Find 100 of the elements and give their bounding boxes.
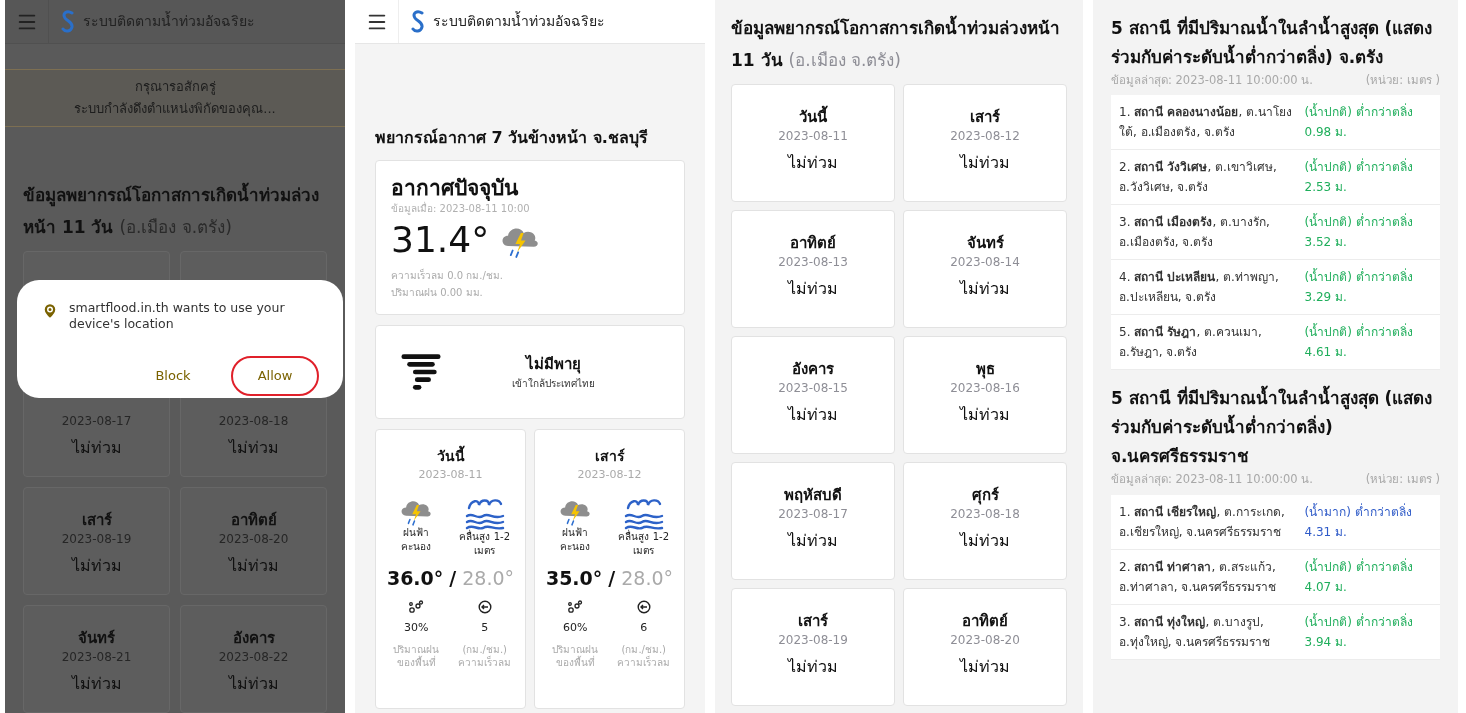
wind-speed: ความเร็วลม 0.0 กม./ชม.: [391, 268, 504, 283]
day-label: จันทร์: [78, 629, 115, 647]
temperature: 31.4°: [391, 218, 490, 262]
date-label: 2023-08-20: [218, 531, 289, 548]
weather-condition: ฝนฟ้า คะนอง: [401, 525, 432, 554]
flood-status: ไม่ท่วม: [788, 656, 838, 678]
rain-label: ปริมาณฝน ของพื้นที่: [552, 642, 599, 669]
wave-height: คลื่นสูง 1-2 เมตร: [618, 529, 669, 558]
wind-speed: 6: [640, 620, 648, 636]
low-temperature: 28.0°: [621, 565, 674, 591]
date-label: 2023-08-21: [61, 649, 132, 666]
updated-label: ข้อมูลเมื่อ: 2023-08-11 10:00: [391, 201, 531, 216]
rain-chance: 30%: [404, 620, 429, 636]
wind-speed: 5: [481, 620, 489, 636]
date-label: 2023-08-17: [61, 413, 132, 430]
date-label: 2023-08-12: [577, 467, 642, 483]
high-temperature: 36.0°: [386, 565, 444, 591]
day-label: วันนี้: [436, 446, 465, 467]
station-status: (น้ำปกติ) ต่ำกว่าตลิ่ง 3.29 ม.: [1304, 267, 1414, 307]
temperature-separator: /: [608, 565, 616, 591]
wind-direction-icon: [636, 600, 651, 614]
banner-text: ระบบกำลังดึงตำแหน่งพิกัดของคุณ...: [74, 100, 276, 119]
date-label: 2023-08-18: [950, 506, 1020, 523]
flood-status: ไม่ท่วม: [788, 278, 838, 300]
droplets-icon: [567, 600, 584, 614]
dialog-button[interactable]: Block: [129, 356, 217, 396]
weather-condition: ฝนฟ้า คะนอง: [560, 525, 591, 554]
storm-subtitle: เข้าใกล้ประเทศไทย: [511, 376, 595, 391]
temperature-separator: /: [449, 565, 457, 591]
flood-status: ไม่ท่วม: [71, 673, 122, 695]
station-name: 5. สถานี รัษฎา, ต.ควนเมา, อ.รัษฎา, จ.ตรัง: [1119, 324, 1263, 362]
day-label: พฤหัสบดี: [784, 486, 842, 504]
logo-icon: [411, 9, 425, 34]
flood-status: ไม่ท่วม: [228, 555, 279, 577]
flood-status: ไม่ท่วม: [960, 530, 1010, 552]
rainfall: ปริมาณฝน 0.00 มม.: [391, 286, 484, 300]
app-title: ระบบติดตามน้ำท่วมอัจฉริยะ: [433, 11, 605, 31]
unit-label: (หน่วย: เมตร ): [1365, 471, 1440, 489]
date-label: 2023-08-19: [778, 632, 848, 649]
updated-label: ข้อมูลล่าสุด: 2023-08-11 10:00:00 น.: [1111, 72, 1313, 89]
flood-status: ไม่ท่วม: [960, 656, 1010, 678]
date-label: 2023-08-19: [61, 531, 132, 548]
station-status: (น้ำปกติ) ต่ำกว่าตลิ่ง 3.94 ม.: [1304, 612, 1414, 651]
station-status: (น้ำปกติ) ต่ำกว่าตลิ่ง 3.52 ม.: [1304, 212, 1414, 252]
day-label: พุธ: [975, 360, 995, 378]
rain-label: ปริมาณฝน ของพื้นที่: [393, 642, 440, 669]
flood-status: ไม่ท่วม: [788, 404, 838, 426]
flood-status: ไม่ท่วม: [788, 530, 838, 552]
high-temperature: 35.0°: [545, 565, 603, 591]
station-status: (น้ำปกติ) ต่ำกว่าตลิ่ง 2.53 ม.: [1304, 157, 1414, 197]
day-label: เสาร์: [798, 612, 828, 630]
station-name: 3. สถานี ทุ่งใหญ่, ต.บางรูป, อ.ทุ่งใหญ่, จ.นครศรีธรรมราช: [1119, 613, 1272, 652]
section-heading: 5 สถานี ที่มีปริมาณน้ำในลำน้ำสูงสุด (แสดงร่วมกับค่าระดับน้ำต่ำกว่าตลิ่ง) จ.นครศรีธรรมราช: [1111, 384, 1440, 472]
logo-icon: [61, 9, 75, 34]
day-label: ศุกร์: [971, 486, 999, 504]
low-temperature: 28.0°: [462, 565, 515, 591]
flood-status: ไม่ท่วม: [960, 152, 1010, 174]
date-label: 2023-08-18: [218, 413, 289, 430]
section-heading: พยากรณ์อากาศ 7 วันข้างหน้า จ.ชลบุรี: [375, 127, 649, 150]
date-label: 2023-08-12: [950, 128, 1020, 145]
section-heading: ข้อมูลพยากรณ์โอกาสการเกิดน้ำท่วมล่วงหน้า 11 วัน (อ.เมือง จ.ตรัง): [731, 12, 1067, 76]
flood-status: ไม่ท่วม: [71, 555, 122, 577]
location-pin-icon: [41, 302, 59, 320]
dialog-button[interactable]: Allow: [231, 356, 319, 396]
section-heading: 5 สถานี ที่มีปริมาณน้ำในลำน้ำสูงสุด (แสดงร่วมกับค่าระดับน้ำต่ำกว่าตลิ่ง) จ.ตรัง: [1111, 14, 1440, 72]
day-label: อังคาร: [792, 360, 834, 378]
station-name: 1. สถานี คลองนางน้อย, ต.นาโยงใต้, อ.เมืองตรัง, จ.ตรัง: [1119, 104, 1293, 142]
date-label: 2023-08-11: [418, 467, 483, 483]
day-label: เสาร์: [970, 108, 1000, 126]
station-name: 1. สถานี เชียรใหญ่, ต.การะเกด, อ.เชียรใหญ่, จ.นครศรีธรรมราช: [1119, 503, 1286, 541]
flood-status: ไม่ท่วม: [960, 278, 1010, 300]
date-label: 2023-08-22: [218, 649, 289, 666]
day-label: เสาร์: [81, 511, 112, 529]
flood-status: ไม่ท่วม: [228, 437, 279, 459]
station-name: 2. สถานี ท่าศาลา, ต.สระแก้ว, อ.ท่าศาลา, จ.นครศรีธรรมราช: [1119, 558, 1278, 596]
station-status: (น้ำมาก) ต่ำกว่าตลิ่ง 4.31 ม.: [1304, 502, 1413, 541]
day-label: จันทร์: [966, 234, 1004, 252]
station-status: (น้ำปกติ) ต่ำกว่าตลิ่ง 0.98 ม.: [1304, 102, 1414, 142]
date-label: 2023-08-14: [950, 254, 1020, 271]
wind-label: (กม./ชม.) ความเร็วลม: [458, 642, 512, 669]
day-label: เสาร์: [594, 447, 625, 466]
date-label: 2023-08-15: [778, 380, 848, 397]
date-label: 2023-08-11: [778, 128, 848, 145]
wave-height: คลื่นสูง 1-2 เมตร: [459, 529, 510, 558]
date-label: 2023-08-13: [778, 254, 848, 271]
day-label: อาทิตย์: [962, 612, 1008, 630]
flood-status: ไม่ท่วม: [960, 404, 1010, 426]
updated-label: ข้อมูลล่าสุด: 2023-08-11 10:00:00 น.: [1111, 471, 1313, 489]
wind-label: (กม./ชม.) ความเร็วลม: [617, 642, 671, 669]
station-status: (น้ำปกติ) ต่ำกว่าตลิ่ง 4.61 ม.: [1304, 322, 1414, 362]
day-label: อังคาร: [232, 629, 275, 647]
storm-title: ไม่มีพายุ: [525, 353, 581, 376]
station-name: 4. สถานี ปะเหลียน, ต.ท่าพญา, อ.ปะเหลียน, จ.ตรัง: [1119, 269, 1280, 307]
date-label: 2023-08-20: [950, 632, 1020, 649]
station-status: (น้ำปกติ) ต่ำกว่าตลิ่ง 4.07 ม.: [1304, 557, 1414, 596]
card-title: อากาศปัจจุบัน: [391, 175, 669, 201]
station-name: 3. สถานี เมืองตรัง, ต.บางรัก, อ.เมืองตรัง, จ.ตรัง: [1119, 214, 1271, 252]
station-name: 2. สถานี วังวิเศษ, ต.เขาวิเศษ, อ.วังวิเศษ, จ.ตรัง: [1119, 159, 1278, 197]
day-label: อาทิตย์: [790, 234, 836, 252]
banner-text: กรุณารอสักครู่: [134, 78, 216, 97]
